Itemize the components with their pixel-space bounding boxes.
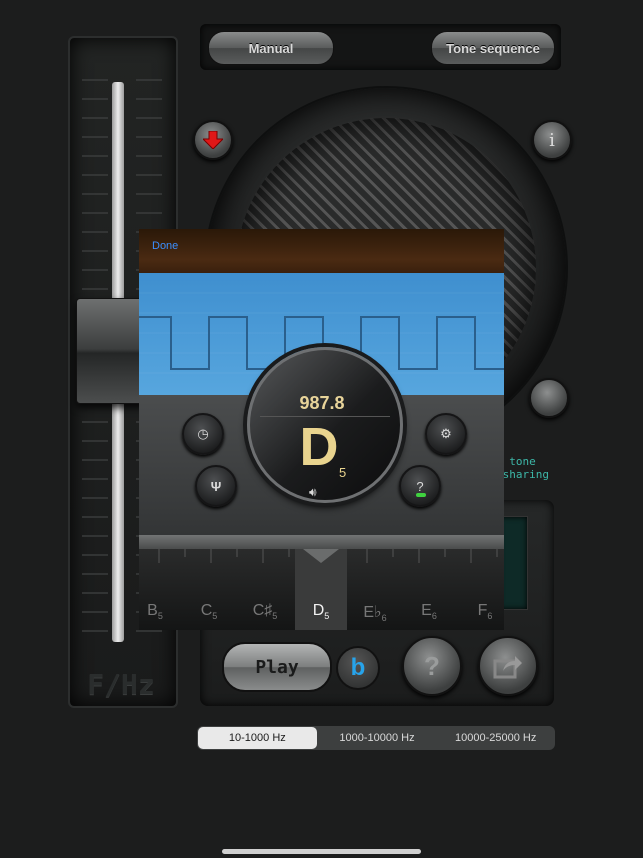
timer-button[interactable]: ◷ xyxy=(182,413,224,455)
help-button[interactable]: ? xyxy=(402,636,462,696)
home-indicator[interactable] xyxy=(222,849,421,854)
note-label-6[interactable]: F6 xyxy=(465,602,504,621)
help-mode-button[interactable]: ? xyxy=(399,465,441,507)
note-label-1[interactable]: C5 xyxy=(189,602,229,621)
settings-button[interactable]: ⚙ xyxy=(425,413,467,455)
gear-icon: ⚙ xyxy=(440,426,452,441)
note-label-5[interactable]: E6 xyxy=(409,602,449,621)
speaker-volume-icon[interactable]: 🔊︎ xyxy=(309,485,317,500)
download-button[interactable] xyxy=(193,120,233,160)
overlay-header xyxy=(139,229,504,273)
frequency-readout: 987.8 xyxy=(299,393,345,413)
range-10000-25000[interactable]: 10000-25000 Hz xyxy=(436,726,555,750)
play-button[interactable]: Play xyxy=(222,642,332,692)
note-label-3[interactable]: D5 xyxy=(301,602,341,621)
note-label-2[interactable]: C♯5 xyxy=(245,602,285,621)
tuner-overlay: Done ◷ ⚙ Ψ ? 987.8 D 5 🔊︎ B5 C5 C♯5 D5 E… xyxy=(139,229,504,630)
red-down-arrow-icon xyxy=(203,131,223,149)
note-pointer xyxy=(303,549,339,563)
note-octave: 5 xyxy=(339,465,347,480)
tone-sequence-button[interactable]: Tone sequence xyxy=(431,31,555,65)
note-label-0[interactable]: B5 xyxy=(139,602,175,621)
done-button[interactable]: Done xyxy=(152,240,178,252)
tuning-fork-button[interactable]: Ψ xyxy=(195,465,237,507)
question-icon: ? xyxy=(424,650,440,681)
frequency-unit-label: F/Hz xyxy=(87,668,155,701)
question-icon: ? xyxy=(416,478,424,494)
share-button[interactable] xyxy=(478,636,538,696)
note-label-4[interactable]: E♭6 xyxy=(355,602,395,623)
share-icon xyxy=(493,656,522,679)
range-1000-10000[interactable]: 1000-10000 Hz xyxy=(318,726,437,750)
active-indicator xyxy=(416,493,426,497)
tuning-fork-icon: Ψ xyxy=(210,478,222,494)
info-icon: i xyxy=(549,129,555,151)
scale-bar xyxy=(139,535,504,549)
range-10-1000[interactable]: 10-1000 Hz xyxy=(198,727,317,749)
info-button[interactable]: i xyxy=(532,120,572,160)
manual-button[interactable]: Manual xyxy=(208,31,334,65)
flat-button[interactable]: b xyxy=(336,646,380,690)
timer-icon: ◷ xyxy=(197,426,209,441)
speaker-side-button[interactable] xyxy=(529,378,569,418)
frequency-range-selector: 10-1000 Hz 1000-10000 Hz 10000-25000 Hz xyxy=(197,726,555,750)
